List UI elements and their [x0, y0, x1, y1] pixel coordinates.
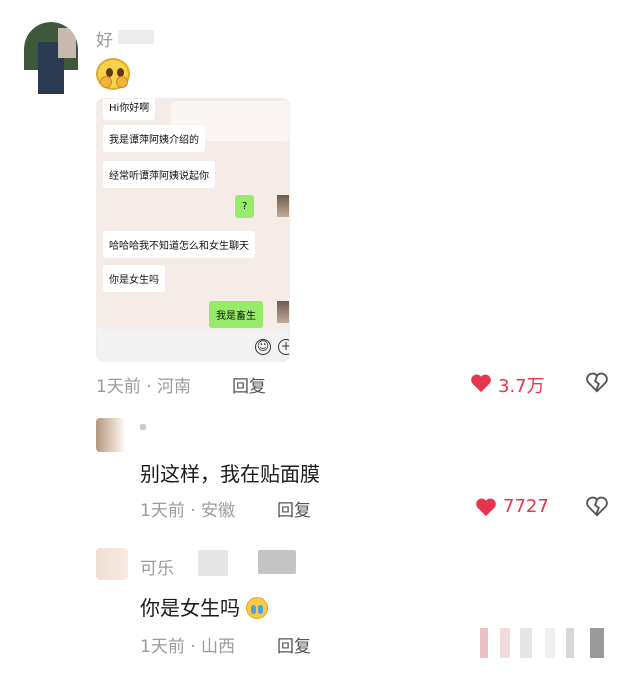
watermark-blur [566, 628, 574, 658]
username-blur [258, 550, 296, 574]
username[interactable]: 可乐 [140, 554, 174, 579]
comment-location: 山西 [201, 637, 236, 657]
watermark-blur [520, 628, 532, 658]
dislike-icon[interactable] [586, 496, 608, 518]
username[interactable]: 好 [96, 26, 113, 51]
post-time: 1天前 [96, 377, 141, 397]
separator-dot: · [190, 637, 202, 657]
comment-text: 你是女生吗 [140, 596, 240, 620]
watermark-blur [500, 628, 510, 658]
plus-icon: + [278, 339, 289, 355]
reply-button[interactable]: 回复 [277, 496, 311, 521]
avatar [277, 301, 289, 323]
reply-button[interactable]: 回复 [232, 372, 266, 397]
like-count: 7727 [503, 496, 549, 517]
avatar [277, 195, 289, 217]
watermark-blur [480, 628, 488, 658]
crying-face-icon [246, 597, 269, 619]
dislike-icon[interactable] [586, 372, 608, 394]
pleading-face-icon [96, 58, 130, 90]
chat-screenshot-image[interactable]: Hi你好啊 我是谭萍阿姨介绍的 经常听谭萍阿姨说起你 ? 哈哈哈我不知道怎么和女… [96, 98, 290, 362]
comment-text: 别这样，我在贴面膜 [140, 462, 320, 486]
chat-message: ? [235, 195, 255, 218]
emoji-icon: ☺ [255, 339, 271, 355]
username-blur [198, 550, 228, 576]
reply-button[interactable]: 回复 [277, 632, 311, 657]
comment-location: 安徽 [201, 501, 236, 521]
avatar[interactable] [24, 22, 78, 94]
chat-message: 你是女生吗 [103, 265, 165, 292]
watermark-blur [545, 628, 555, 658]
chat-message: 我是畜生 [209, 301, 263, 328]
avatar[interactable] [96, 418, 126, 452]
chat-message: Hi你好啊 [103, 99, 156, 120]
separator-dot: · [146, 377, 158, 397]
watermark-blur [590, 628, 604, 658]
like-count: 3.7万 [498, 376, 545, 397]
avatar[interactable] [96, 548, 128, 580]
chat-message: 我是谭萍阿姨介绍的 [103, 125, 205, 152]
username-blur [140, 424, 146, 430]
chat-message: 经常听谭萍阿姨说起你 [103, 161, 215, 188]
comment-time: 1天前 [140, 637, 185, 657]
comment-time: 1天前 [140, 501, 185, 521]
username-blur [118, 30, 154, 44]
chat-message: 哈哈哈我不知道怎么和女生聊天 [103, 231, 255, 258]
heart-icon[interactable] [470, 373, 492, 393]
heart-icon[interactable] [475, 497, 497, 517]
separator-dot: · [190, 501, 202, 521]
post-location: 河南 [157, 377, 192, 397]
